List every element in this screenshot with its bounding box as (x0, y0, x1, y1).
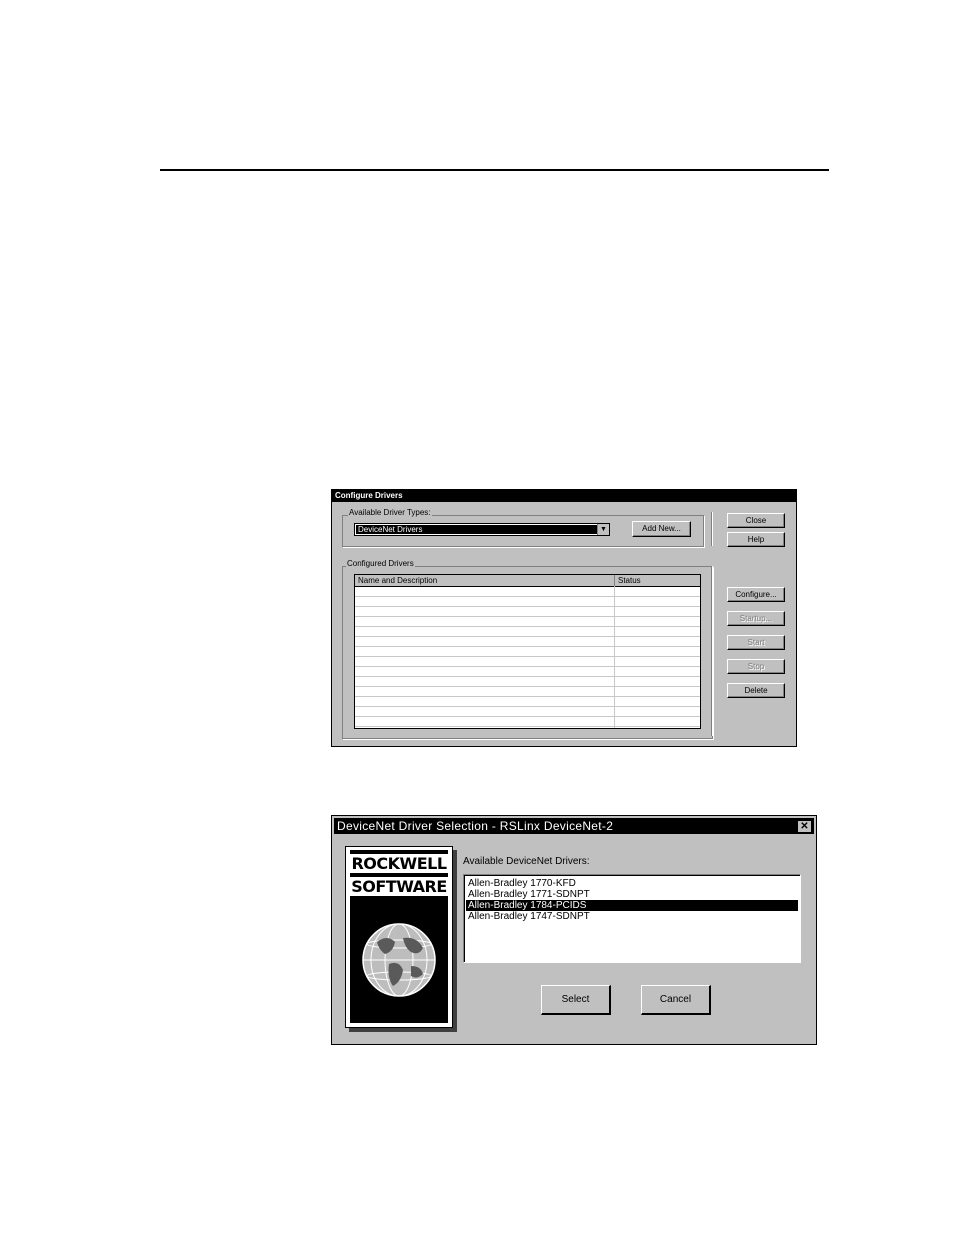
configure-drivers-title: Configure Drivers (332, 490, 796, 502)
list-item[interactable]: Allen-Bradley 1747-SDNPT (466, 911, 798, 922)
close-button[interactable]: Close (727, 513, 785, 528)
available-drivers-label: Available DeviceNet Drivers: (463, 856, 590, 867)
column-status-header[interactable]: Status (615, 575, 700, 586)
list-item[interactable]: Allen-Bradley 1771-SDNPT (466, 889, 798, 900)
globe-icon (362, 923, 436, 997)
rockwell-software-logo: ROCKWELL SOFTWARE (345, 846, 453, 1028)
list-item-selected[interactable]: Allen-Bradley 1784-PCIDS (466, 900, 798, 911)
column-name-header[interactable]: Name and Description (355, 575, 615, 586)
add-new-button[interactable]: Add New... (632, 521, 691, 537)
list-item[interactable]: Allen-Bradley 1770-KFD (466, 878, 798, 889)
help-button[interactable]: Help (727, 532, 785, 547)
help-label: Help (747, 535, 765, 544)
header-rule (160, 169, 829, 171)
delete-label: Delete (744, 686, 768, 695)
close-label: Close (745, 516, 767, 525)
select-label: Select (561, 994, 590, 1005)
start-label: Start (747, 638, 765, 647)
delete-button[interactable]: Delete (727, 683, 785, 698)
drivers-listbox[interactable]: Allen-Bradley 1770-KFD Allen-Bradley 177… (463, 874, 801, 963)
select-button[interactable]: Select (541, 985, 611, 1015)
startup-button[interactable]: Startup... (727, 611, 785, 626)
startup-label: Startup... (739, 614, 773, 623)
cancel-button[interactable]: Cancel (641, 985, 711, 1015)
driver-selection-title: DeviceNet Driver Selection - RSLinx Devi… (334, 818, 814, 834)
logo-panel: ROCKWELL SOFTWARE (350, 850, 448, 1023)
table-row[interactable] (355, 716, 700, 727)
chevron-down-icon[interactable]: ▼ (597, 524, 609, 535)
configure-label: Configure... (735, 590, 777, 599)
stop-label: Stop (747, 662, 765, 671)
start-button[interactable]: Start (727, 635, 785, 650)
close-icon[interactable]: ✕ (797, 820, 812, 833)
available-driver-types-label: Available Driver Types: (348, 508, 432, 518)
add-new-label: Add New... (642, 524, 681, 533)
configured-drivers-label: Configured Drivers (346, 559, 415, 569)
driver-type-value: DeviceNet Drivers (356, 525, 597, 534)
logo-line-2: SOFTWARE (350, 877, 448, 896)
configured-drivers-table[interactable]: Name and Description Status (354, 574, 701, 729)
cancel-label: Cancel (659, 994, 692, 1005)
configure-drivers-dialog: Configure Drivers Available Driver Types… (331, 489, 797, 747)
stop-button[interactable]: Stop (727, 659, 785, 674)
logo-line-1: ROCKWELL (350, 854, 448, 873)
separator (711, 512, 712, 546)
driver-type-dropdown[interactable]: DeviceNet Drivers ▼ (354, 523, 610, 536)
separator (711, 566, 712, 736)
configure-button[interactable]: Configure... (727, 587, 785, 602)
